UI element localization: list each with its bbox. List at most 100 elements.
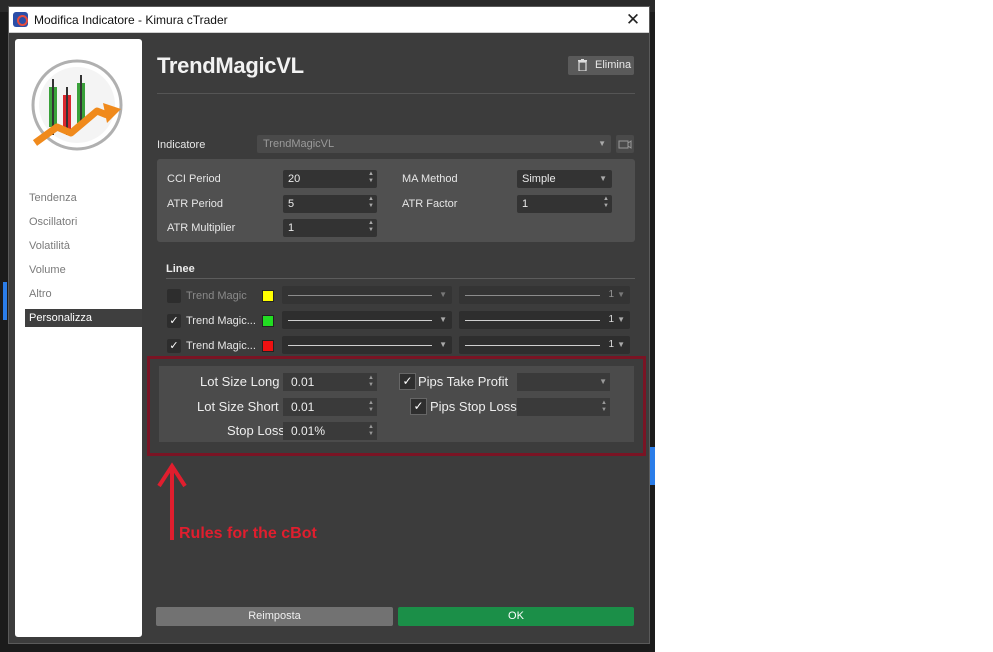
line-1-thickness-select[interactable]: 1 ▼ xyxy=(459,286,630,304)
atr-factor-value: 1 xyxy=(522,198,529,210)
line-style-preview xyxy=(288,345,432,346)
ma-method-value: Simple xyxy=(522,173,556,185)
background-left-marker xyxy=(3,282,7,320)
lot-size-short-value: 0.01 xyxy=(291,400,315,414)
line-2-thickness-value: 1 xyxy=(608,314,614,325)
line-style-preview xyxy=(288,320,432,321)
line-3-color-swatch[interactable] xyxy=(262,340,274,352)
line-1-style-select[interactable]: ▼ xyxy=(282,286,452,304)
indicator-label: Indicatore xyxy=(157,139,206,151)
indicator-select-value: TrendMagicVL xyxy=(263,138,335,150)
title-divider xyxy=(157,93,635,94)
stop-loss-label: Stop Loss xyxy=(227,423,285,438)
spinner-icon[interactable]: ▲ ▼ xyxy=(368,400,374,414)
pips-stop-loss-checkbox[interactable]: ✓ xyxy=(410,398,427,415)
line-3-label: Trend Magic... xyxy=(186,340,256,352)
background-price-marker xyxy=(650,447,655,485)
line-3-thickness-value: 1 xyxy=(608,339,614,350)
page-title: TrendMagicVL xyxy=(157,53,304,78)
cci-period-label: CCI Period xyxy=(167,173,221,185)
line-2-style-select[interactable]: ▼ xyxy=(282,311,452,329)
spinner-icon[interactable]: ▲ ▼ xyxy=(368,220,374,234)
pips-stop-loss-label: Pips Stop Loss xyxy=(430,399,517,414)
atr-period-value: 5 xyxy=(288,198,295,210)
line-1-checkbox[interactable] xyxy=(167,289,181,303)
sidebar-item-tendenza[interactable]: Tendenza xyxy=(25,189,142,207)
chevron-down-icon: ▼ xyxy=(617,340,625,349)
ma-method-select[interactable]: Simple ▼ xyxy=(517,170,612,188)
lot-size-short-input[interactable]: 0.01 ▲ ▼ xyxy=(283,398,377,416)
line-3-thickness-select[interactable]: 1 ▼ xyxy=(459,336,630,354)
indicator-select[interactable]: TrendMagicVL ▼ xyxy=(257,135,611,153)
stop-loss-value: 0.01% xyxy=(291,424,326,438)
spinner-icon[interactable]: ▲ ▼ xyxy=(368,375,374,389)
atr-period-input[interactable]: 5 ▲ ▼ xyxy=(283,195,377,213)
pips-take-profit-checkbox[interactable]: ✓ xyxy=(399,373,416,390)
chevron-down-icon: ▼ xyxy=(617,315,625,324)
trash-icon xyxy=(578,59,587,71)
ma-method-label: MA Method xyxy=(402,173,458,185)
line-thickness-preview xyxy=(465,295,600,296)
lot-size-long-input[interactable]: 0.01 ▲ ▼ xyxy=(283,373,377,391)
sidebar-item-personalizza[interactable]: Personalizza xyxy=(25,309,142,327)
atr-period-label: ATR Period xyxy=(167,198,224,210)
lines-section-title: Linee xyxy=(166,263,195,275)
delete-button[interactable]: Elimina xyxy=(568,56,634,75)
line-2-color-swatch[interactable] xyxy=(262,315,274,327)
line-1-color-swatch[interactable] xyxy=(262,290,274,302)
line-style-preview xyxy=(288,295,432,296)
pips-take-profit-select[interactable]: ▼ xyxy=(517,373,610,391)
cci-period-value: 20 xyxy=(288,173,301,185)
title-bar: Modifica Indicatore - Kimura cTrader ✕ xyxy=(9,7,649,33)
line-thickness-preview xyxy=(465,320,600,321)
lot-size-long-value: 0.01 xyxy=(291,375,315,389)
atr-multiplier-label: ATR Multiplier xyxy=(167,222,236,234)
ok-button[interactable]: OK xyxy=(398,607,634,626)
cci-period-input[interactable]: 20 ▲ ▼ xyxy=(283,170,377,188)
line-1-thickness-value: 1 xyxy=(608,289,614,300)
ctrader-app-icon xyxy=(13,12,28,27)
sidebar-item-oscillatori[interactable]: Oscillatori xyxy=(25,213,142,231)
pips-stop-loss-input[interactable]: ▲ ▼ xyxy=(517,398,610,416)
parameters-panel: CCI Period 20 ▲ ▼ ATR Period 5 ▲ ▼ ATR Mul… xyxy=(157,159,635,242)
window-title: Modifica Indicatore - Kimura cTrader xyxy=(34,13,228,27)
lines-divider xyxy=(166,278,635,279)
line-thickness-preview xyxy=(465,345,600,346)
atr-factor-label: ATR Factor xyxy=(402,198,458,210)
camera-icon[interactable] xyxy=(616,135,634,153)
chevron-down-icon: ▼ xyxy=(599,174,607,183)
spinner-icon[interactable]: ▲ ▼ xyxy=(368,171,374,185)
line-3-style-select[interactable]: ▼ xyxy=(282,336,452,354)
chevron-down-icon: ▼ xyxy=(439,340,447,349)
chevron-down-icon: ▼ xyxy=(599,377,607,386)
chevron-down-icon: ▼ xyxy=(598,139,606,148)
pips-take-profit-label: Pips Take Profit xyxy=(418,374,509,389)
chevron-down-icon: ▼ xyxy=(439,290,447,299)
spinner-icon[interactable]: ▲ ▼ xyxy=(368,424,374,438)
category-sidebar: Tendenza Oscillatori Volatilità Volume A… xyxy=(15,39,142,637)
trading-logo-icon xyxy=(31,59,123,151)
line-1-label: Trend Magic xyxy=(186,290,247,302)
indicator-settings: TrendMagicVL Elimina Indicatore TrendMag… xyxy=(149,39,646,637)
spinner-icon[interactable]: ▲ ▼ xyxy=(368,196,374,210)
line-2-thickness-select[interactable]: 1 ▼ xyxy=(459,311,630,329)
reset-button[interactable]: Reimposta xyxy=(156,607,393,626)
line-2-checkbox[interactable]: ✓ xyxy=(167,314,181,328)
chevron-down-icon: ▼ xyxy=(439,315,447,324)
edit-indicator-dialog: Modifica Indicatore - Kimura cTrader ✕ T… xyxy=(8,6,650,644)
spinner-icon[interactable]: ▲ ▼ xyxy=(603,196,609,210)
lot-size-long-label: Lot Size Long xyxy=(200,374,280,389)
close-icon[interactable]: ✕ xyxy=(621,9,645,31)
line-3-checkbox[interactable]: ✓ xyxy=(167,339,181,353)
atr-factor-input[interactable]: 1 ▲ ▼ xyxy=(517,195,612,213)
lot-size-short-label: Lot Size Short xyxy=(197,399,279,414)
delete-label: Elimina xyxy=(595,59,632,71)
atr-multiplier-input[interactable]: 1 ▲ ▼ xyxy=(283,219,377,237)
stop-loss-input[interactable]: 0.01% ▲ ▼ xyxy=(283,422,377,440)
chevron-down-icon: ▼ xyxy=(617,290,625,299)
spinner-icon[interactable]: ▲ ▼ xyxy=(601,400,607,414)
sidebar-item-volatilita[interactable]: Volatilità xyxy=(25,237,142,255)
sidebar-item-volume[interactable]: Volume xyxy=(25,261,142,279)
annotation-text: Rules for the cBot xyxy=(179,525,317,542)
sidebar-item-altro[interactable]: Altro xyxy=(25,285,142,303)
